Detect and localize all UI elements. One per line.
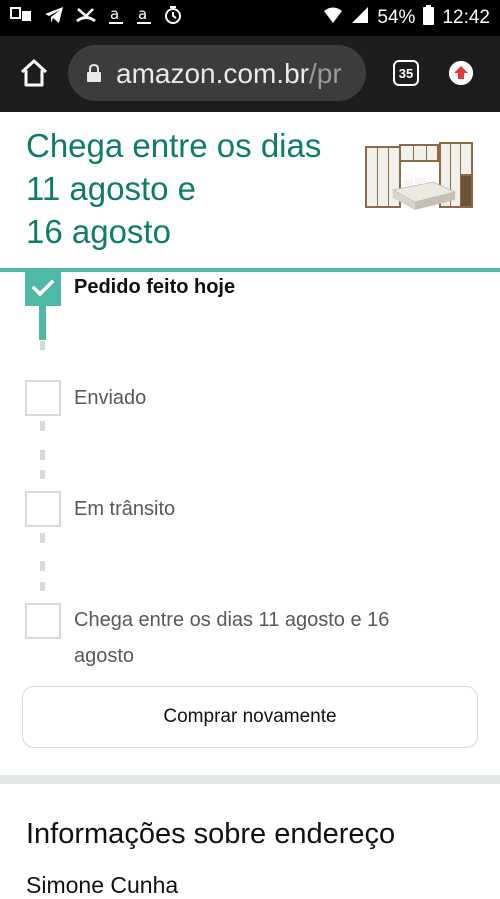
clock: 12:42 <box>442 7 490 28</box>
delivery-headline: Chega entre os dias 11 agosto e 16 agost… <box>26 124 346 253</box>
buy-again-button[interactable]: Comprar novamente <box>22 686 478 748</box>
step-in-transit-label: Em trânsito <box>74 498 176 520</box>
svg-text:a: a <box>138 5 147 23</box>
progress-connector-dash <box>40 470 45 479</box>
step-shipped-label: Enviado <box>74 387 147 409</box>
status-bar: a a 54% 12:42 <box>0 0 500 36</box>
telegram-icon <box>44 6 64 31</box>
url-path: /pr <box>308 58 342 89</box>
notification-icons: a a <box>10 5 182 32</box>
step-arriving-label: Chega entre os dias 11 agosto e 16 agost… <box>74 609 390 667</box>
url-domain: amazon.com.br <box>116 58 309 89</box>
headline-line-2: 11 agosto e <box>26 170 197 207</box>
step-in-transit-check <box>25 491 61 527</box>
step-ordered-check <box>25 270 61 306</box>
missed-call-icon <box>76 6 96 31</box>
recipient-name: Simone Cunha <box>26 872 179 898</box>
step-arriving-check <box>25 603 61 639</box>
signal-icon <box>351 6 369 30</box>
lock-icon <box>86 63 102 83</box>
headline-line-3: 16 agosto <box>26 213 171 250</box>
headline-line-1: Chega entre os dias <box>26 127 322 164</box>
progress-connector-dash <box>40 533 45 543</box>
step-ordered-label: Pedido feito hoje <box>74 276 236 298</box>
amazon-app-icon-2: a <box>136 5 152 32</box>
location-timer-icon <box>164 5 182 32</box>
url-text: amazon.com.br/pr <box>116 58 342 90</box>
home-icon[interactable] <box>18 57 50 89</box>
wifi-icon <box>323 6 343 30</box>
progress-connector-dash <box>40 341 45 350</box>
battery-icon <box>423 5 435 31</box>
voicemail-icon <box>10 6 32 31</box>
step-shipped-check <box>25 380 61 416</box>
progress-connector-dash <box>40 450 45 460</box>
amazon-app-icon: a <box>108 5 124 32</box>
checkmark-icon <box>31 279 55 297</box>
update-icon[interactable] <box>449 61 473 85</box>
section-separator <box>0 775 500 784</box>
address-section-title: Informações sobre endereço <box>26 818 396 850</box>
address-bar[interactable]: amazon.com.br/pr <box>68 45 366 101</box>
tab-switcher-button[interactable]: 35 <box>393 60 419 86</box>
progress-connector-dash <box>40 421 45 431</box>
progress-connector-dash <box>40 561 45 571</box>
browser-toolbar: amazon.com.br/pr 35 <box>0 36 500 112</box>
progress-connector-dash <box>40 582 45 591</box>
progress-divider <box>0 268 500 272</box>
battery-percent: 54% <box>377 7 416 28</box>
svg-text:a: a <box>110 5 119 23</box>
product-image[interactable] <box>363 140 475 218</box>
